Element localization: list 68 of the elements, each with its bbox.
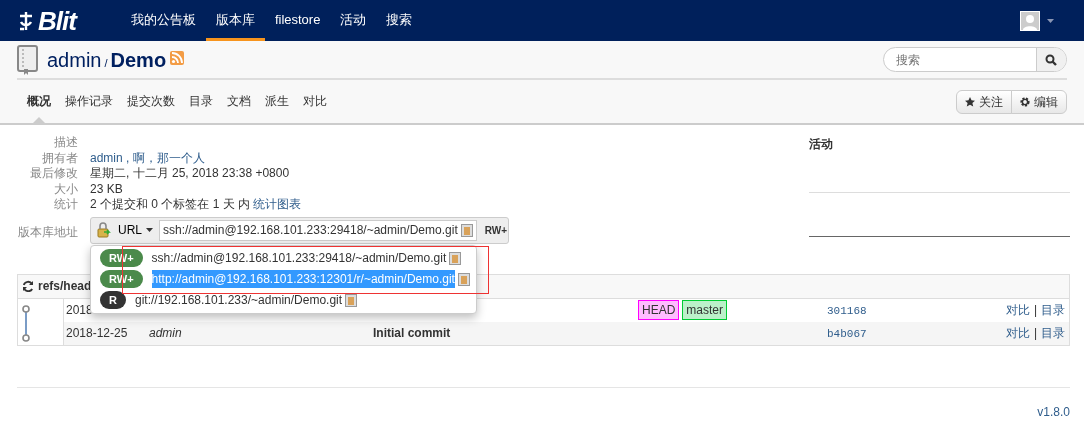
refresh-icon xyxy=(22,280,34,292)
follow-button[interactable]: 关注 xyxy=(956,89,1012,114)
path-separator: / xyxy=(104,55,108,71)
field-label: 拥有者 xyxy=(41,150,79,166)
copy-icon xyxy=(457,272,470,286)
ref-tag: master xyxy=(682,300,728,320)
field-value: 2 个提交和 0 个标签在 1 天 内 xyxy=(90,197,251,211)
tab[interactable]: 对比 xyxy=(296,80,334,123)
search-icon xyxy=(1045,54,1058,67)
protocol-dropdown[interactable]: URL xyxy=(112,221,159,239)
avatar-icon xyxy=(1020,10,1040,31)
commit-message: Initial commit xyxy=(373,326,451,340)
repo-name: Demo xyxy=(110,47,167,73)
tab[interactable]: 操作记录 xyxy=(58,80,120,123)
permission-badge: R xyxy=(100,290,126,310)
value-link[interactable]: 统计图表 xyxy=(253,197,302,211)
search-field[interactable]: 搜索 xyxy=(884,48,1036,71)
nav-link[interactable]: filestore xyxy=(264,0,331,41)
tree-link[interactable]: 目录 xyxy=(1041,301,1065,319)
compare-link[interactable]: 对比 xyxy=(1005,324,1030,342)
field-label: 版本库地址 xyxy=(17,223,79,241)
search-button[interactable] xyxy=(1036,48,1066,71)
repo-owner-link[interactable]: admin xyxy=(47,44,102,75)
field-value: 23 KB xyxy=(90,181,123,196)
tab[interactable]: 提交次数 xyxy=(120,80,182,123)
commit-author: admin xyxy=(149,326,182,340)
clone-url[interactable]: git://192.168.101.233/~admin/Demo.git xyxy=(134,291,343,309)
lock-icon xyxy=(96,222,112,238)
tab[interactable]: 目录 xyxy=(182,80,220,123)
copy-icon xyxy=(345,293,358,307)
ref-tag: HEAD xyxy=(638,300,680,320)
compare-link[interactable]: 对比 xyxy=(1005,301,1030,319)
tab[interactable]: 派生 xyxy=(258,80,296,123)
caret-icon xyxy=(1046,17,1056,24)
field-value: 星期二, 十二月 25, 2018 23:38 +0800 xyxy=(90,166,290,180)
commit-graph xyxy=(21,302,31,343)
rss-icon xyxy=(170,51,185,65)
version-text: v1.8.0 xyxy=(1037,404,1070,419)
section-title: 活动 xyxy=(809,136,834,153)
url-field[interactable]: ssh://admin@192.168.101.233:29418/~admin/Demo.git xyxy=(159,219,477,241)
clone-url[interactable]: ssh://admin@192.168.101.233:29418/~admin/Demo.git xyxy=(151,249,447,267)
field-label: 大小 xyxy=(53,181,79,197)
field-label: 统计 xyxy=(53,197,79,213)
commit-hash: 301168 xyxy=(827,304,867,317)
copy-icon xyxy=(449,251,462,265)
commit-date: 2018-12-25 xyxy=(66,326,128,340)
gear-icon xyxy=(1020,96,1030,107)
nav-link[interactable]: 搜索 xyxy=(376,0,423,41)
value-link[interactable]: admin , 啊，那一个人 xyxy=(90,150,205,165)
tab[interactable]: 概况 xyxy=(20,80,58,123)
tree-link[interactable]: 目录 xyxy=(1041,324,1065,342)
commit-hash: b4b067 xyxy=(827,327,867,340)
edit-button[interactable]: 编辑 xyxy=(1011,89,1067,114)
link-separator: | xyxy=(1033,302,1037,319)
star-icon xyxy=(965,96,975,107)
search-bar[interactable]: 搜索 xyxy=(883,47,1067,72)
caret-icon xyxy=(146,228,153,232)
link-separator: | xyxy=(1033,325,1037,342)
nav-link[interactable]: 我的公告板 xyxy=(120,0,206,41)
field-label: 最后修改 xyxy=(29,166,79,182)
branch-header: refs/head xyxy=(38,278,92,295)
nav-link[interactable]: 活动 xyxy=(330,0,377,41)
field-label: 描述 xyxy=(53,135,79,151)
tab[interactable]: 文档 xyxy=(220,80,258,123)
copy-icon xyxy=(460,223,473,237)
logo-text: Blit xyxy=(38,7,76,34)
permission-label: RW+ xyxy=(484,223,508,238)
book-icon xyxy=(17,44,39,75)
